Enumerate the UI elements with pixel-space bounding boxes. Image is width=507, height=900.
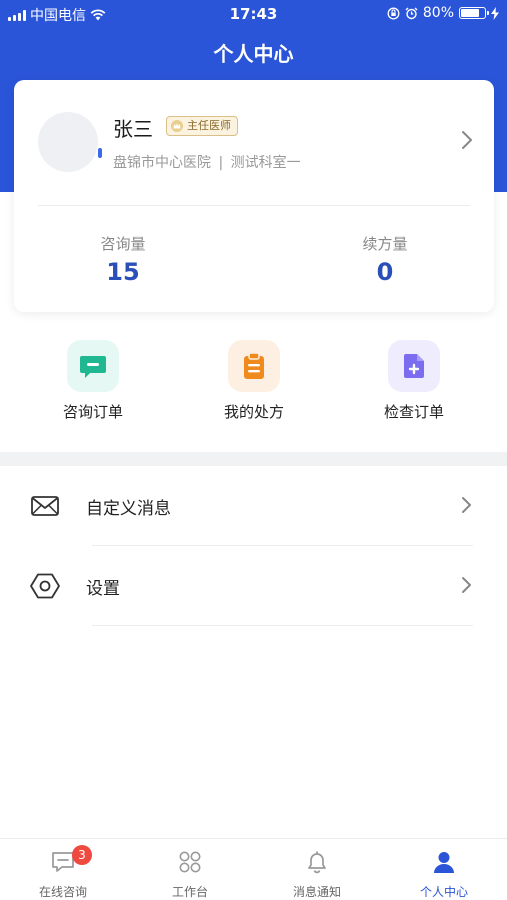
avatar-edge-mark	[98, 148, 102, 158]
shortcut-label: 我的处方	[223, 403, 284, 421]
crown-icon	[171, 120, 183, 132]
document-plus-icon	[404, 354, 424, 378]
envelope-icon	[31, 496, 59, 516]
hexagon-settings-icon	[30, 573, 60, 599]
page-title: 个人中心	[213, 42, 294, 66]
tab-bar: 3 在线咨询 工作台 消息通知 个人中心	[0, 838, 507, 900]
stat-renewals[interactable]: 续方量 0	[276, 233, 494, 286]
section-divider	[0, 452, 507, 466]
tab-label: 工作台	[171, 885, 208, 899]
tab-online-consult[interactable]: 3 在线咨询	[0, 839, 126, 900]
card-divider	[38, 205, 470, 206]
profile-card: 张三 主任医师 盘锦市中心医院 | 测试科室一 咨询量 15 续方量 0	[14, 80, 494, 312]
menu-item-custom-message[interactable]: 自定义消息	[0, 466, 507, 546]
tab-label: 在线咨询	[38, 885, 87, 899]
battery-percent: 80%	[422, 5, 454, 21]
grid-icon	[179, 851, 201, 873]
stat-label: 咨询量	[100, 235, 146, 253]
orientation-lock-icon	[387, 7, 400, 19]
shortcut-exam-orders[interactable]: 检查订单	[354, 340, 474, 422]
shortcut-icon-box	[388, 340, 440, 392]
menu-label: 自定义消息	[86, 499, 171, 519]
title-badge: 主任医师	[166, 116, 238, 136]
battery-icon	[459, 7, 489, 19]
hospital-name: 盘锦市中心医院	[113, 155, 211, 171]
tab-workbench[interactable]: 工作台	[127, 839, 253, 900]
shortcut-label: 咨询订单	[62, 403, 123, 421]
department-name: 测试科室一	[230, 155, 301, 171]
tab-notifications[interactable]: 消息通知	[254, 839, 380, 900]
stat-label: 续方量	[362, 235, 408, 253]
tab-label: 消息通知	[292, 885, 341, 899]
stat-consultations[interactable]: 咨询量 15	[14, 233, 232, 286]
affiliation: 盘锦市中心医院 | 测试科室一	[113, 152, 301, 172]
shortcut-consult-orders[interactable]: 咨询订单	[33, 340, 153, 422]
menu-label: 设置	[86, 579, 120, 599]
menu-divider	[92, 625, 473, 626]
shortcut-icon-box	[67, 340, 119, 392]
profile-chevron-right-icon[interactable]	[460, 128, 474, 152]
status-bar: 中国电信 17:43 80%	[0, 0, 507, 28]
chat-icon	[80, 356, 106, 378]
affiliation-separator: |	[218, 155, 224, 171]
status-right: 80%	[387, 5, 499, 21]
shortcut-label: 检查订单	[383, 403, 444, 421]
tab-label: 个人中心	[419, 885, 468, 899]
tab-personal-center[interactable]: 个人中心	[381, 839, 507, 900]
alarm-icon	[405, 7, 418, 19]
title-badge-label: 主任医师	[187, 119, 231, 132]
stat-value: 15	[106, 258, 140, 286]
clipboard-icon	[244, 352, 264, 379]
bell-icon	[308, 851, 326, 874]
doctor-name: 张三	[113, 117, 153, 141]
person-icon	[434, 852, 454, 873]
battery-fill	[461, 9, 480, 17]
shortcut-my-prescriptions[interactable]: 我的处方	[194, 340, 314, 422]
chevron-right-icon	[462, 577, 471, 593]
charging-icon	[491, 6, 499, 20]
chevron-right-icon	[462, 497, 471, 513]
stat-value: 0	[376, 258, 394, 286]
avatar	[38, 112, 98, 172]
shortcut-icon-box	[228, 340, 280, 392]
unread-badge: 3	[72, 845, 92, 865]
menu-item-settings[interactable]: 设置	[0, 546, 507, 626]
